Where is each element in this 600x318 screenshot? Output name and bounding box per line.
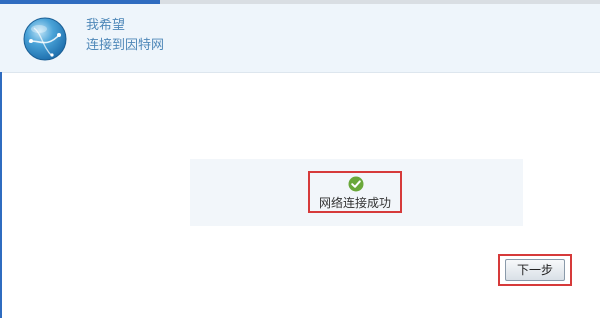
status-message: 网络连接成功	[318, 196, 391, 210]
globe-icon	[23, 17, 67, 61]
wizard-header: 我希望 连接到因特网	[0, 4, 600, 73]
next-button[interactable]: 下一步	[505, 259, 565, 281]
header-title: 我希望 连接到因特网	[86, 16, 164, 56]
connection-wizard-window: 我希望 连接到因特网 网络连接成功 下一步	[0, 0, 600, 318]
header-line-2: 连接到因特网	[86, 38, 165, 53]
window-left-border	[0, 72, 2, 318]
header-line-1: 我希望	[86, 18, 126, 33]
check-circle-icon	[348, 176, 364, 192]
